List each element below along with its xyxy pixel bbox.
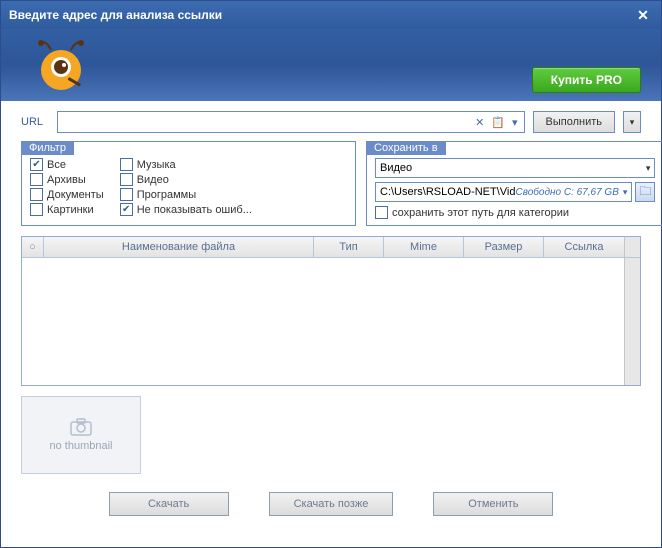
header-band: Купить PRO	[1, 29, 661, 101]
filter-panel: Фильтр ✔Все Архивы Документы Картинки Му…	[21, 141, 356, 226]
chevron-down-icon: ▾	[646, 163, 651, 174]
url-dropdown-icon[interactable]: ▾	[510, 116, 520, 129]
checkbox-icon	[30, 173, 43, 186]
category-select[interactable]: Видео ▾	[375, 158, 655, 178]
path-select[interactable]: C:\Users\RSLOAD-NET\Vid Свободно C: 67,6…	[375, 182, 632, 202]
window-title: Введите адрес для анализа ссылки	[9, 8, 633, 22]
browse-folder-button[interactable]: 🗀	[635, 182, 655, 202]
table-header: ○ Наименование файла Тип Mime Размер Ссы…	[22, 237, 640, 258]
thumbnail-box: no thumbnail	[21, 396, 141, 474]
clear-icon[interactable]: ✕	[473, 116, 486, 129]
checkbox-icon: ✔	[120, 203, 133, 216]
download-later-button[interactable]: Скачать позже	[269, 492, 394, 516]
col-type[interactable]: Тип	[314, 237, 384, 257]
filter-documents[interactable]: Документы	[30, 188, 104, 201]
execute-dropdown-button[interactable]: ▾	[623, 111, 641, 133]
save-panel: Сохранить в Видео ▾ C:\Users\RSLOAD-NET\…	[366, 141, 662, 226]
filter-archives[interactable]: Архивы	[30, 173, 104, 186]
checkbox-icon	[120, 173, 133, 186]
col-select[interactable]: ○	[22, 237, 44, 257]
col-mime[interactable]: Mime	[384, 237, 464, 257]
buy-pro-button[interactable]: Купить PRO	[532, 67, 641, 93]
url-input[interactable]	[62, 116, 473, 128]
camera-icon	[70, 418, 92, 436]
col-link[interactable]: Ссылка	[544, 237, 624, 257]
filter-legend: Фильтр	[21, 141, 74, 155]
filter-music[interactable]: Музыка	[120, 158, 252, 171]
url-input-wrap: ✕ 📋 ▾	[57, 111, 525, 133]
filter-programs[interactable]: Программы	[120, 188, 252, 201]
folder-icon: 🗀	[639, 182, 651, 203]
paste-icon[interactable]: 📋	[489, 116, 507, 129]
scrollbar[interactable]	[624, 237, 640, 257]
thumbnail-label: no thumbnail	[50, 440, 113, 452]
close-icon[interactable]: ✕	[633, 5, 653, 25]
filter-video[interactable]: Видео	[120, 173, 252, 186]
execute-button[interactable]: Выполнить	[533, 111, 615, 133]
logo-mascot	[31, 35, 91, 95]
checkbox-icon	[30, 203, 43, 216]
filter-all[interactable]: ✔Все	[30, 158, 104, 171]
results-table: ○ Наименование файла Тип Mime Размер Ссы…	[21, 236, 641, 386]
checkbox-icon	[375, 206, 388, 219]
download-button[interactable]: Скачать	[109, 492, 229, 516]
checkbox-icon	[30, 188, 43, 201]
checkbox-icon: ✔	[30, 158, 43, 171]
remember-path-checkbox[interactable]: сохранить этот путь для категории	[375, 206, 655, 219]
col-size[interactable]: Размер	[464, 237, 544, 257]
table-body	[22, 258, 624, 385]
col-filename[interactable]: Наименование файла	[44, 237, 314, 257]
scrollbar[interactable]	[624, 258, 640, 385]
filter-images[interactable]: Картинки	[30, 203, 104, 216]
checkbox-icon	[120, 158, 133, 171]
chevron-down-icon: ▾	[623, 187, 628, 198]
filter-hide-errors[interactable]: ✔Не показывать ошиб...	[120, 203, 252, 216]
url-label: URL	[21, 116, 49, 128]
cancel-button[interactable]: Отменить	[433, 492, 553, 516]
titlebar: Введите адрес для анализа ссылки ✕	[1, 1, 661, 29]
save-legend: Сохранить в	[366, 141, 446, 155]
checkbox-icon	[120, 188, 133, 201]
